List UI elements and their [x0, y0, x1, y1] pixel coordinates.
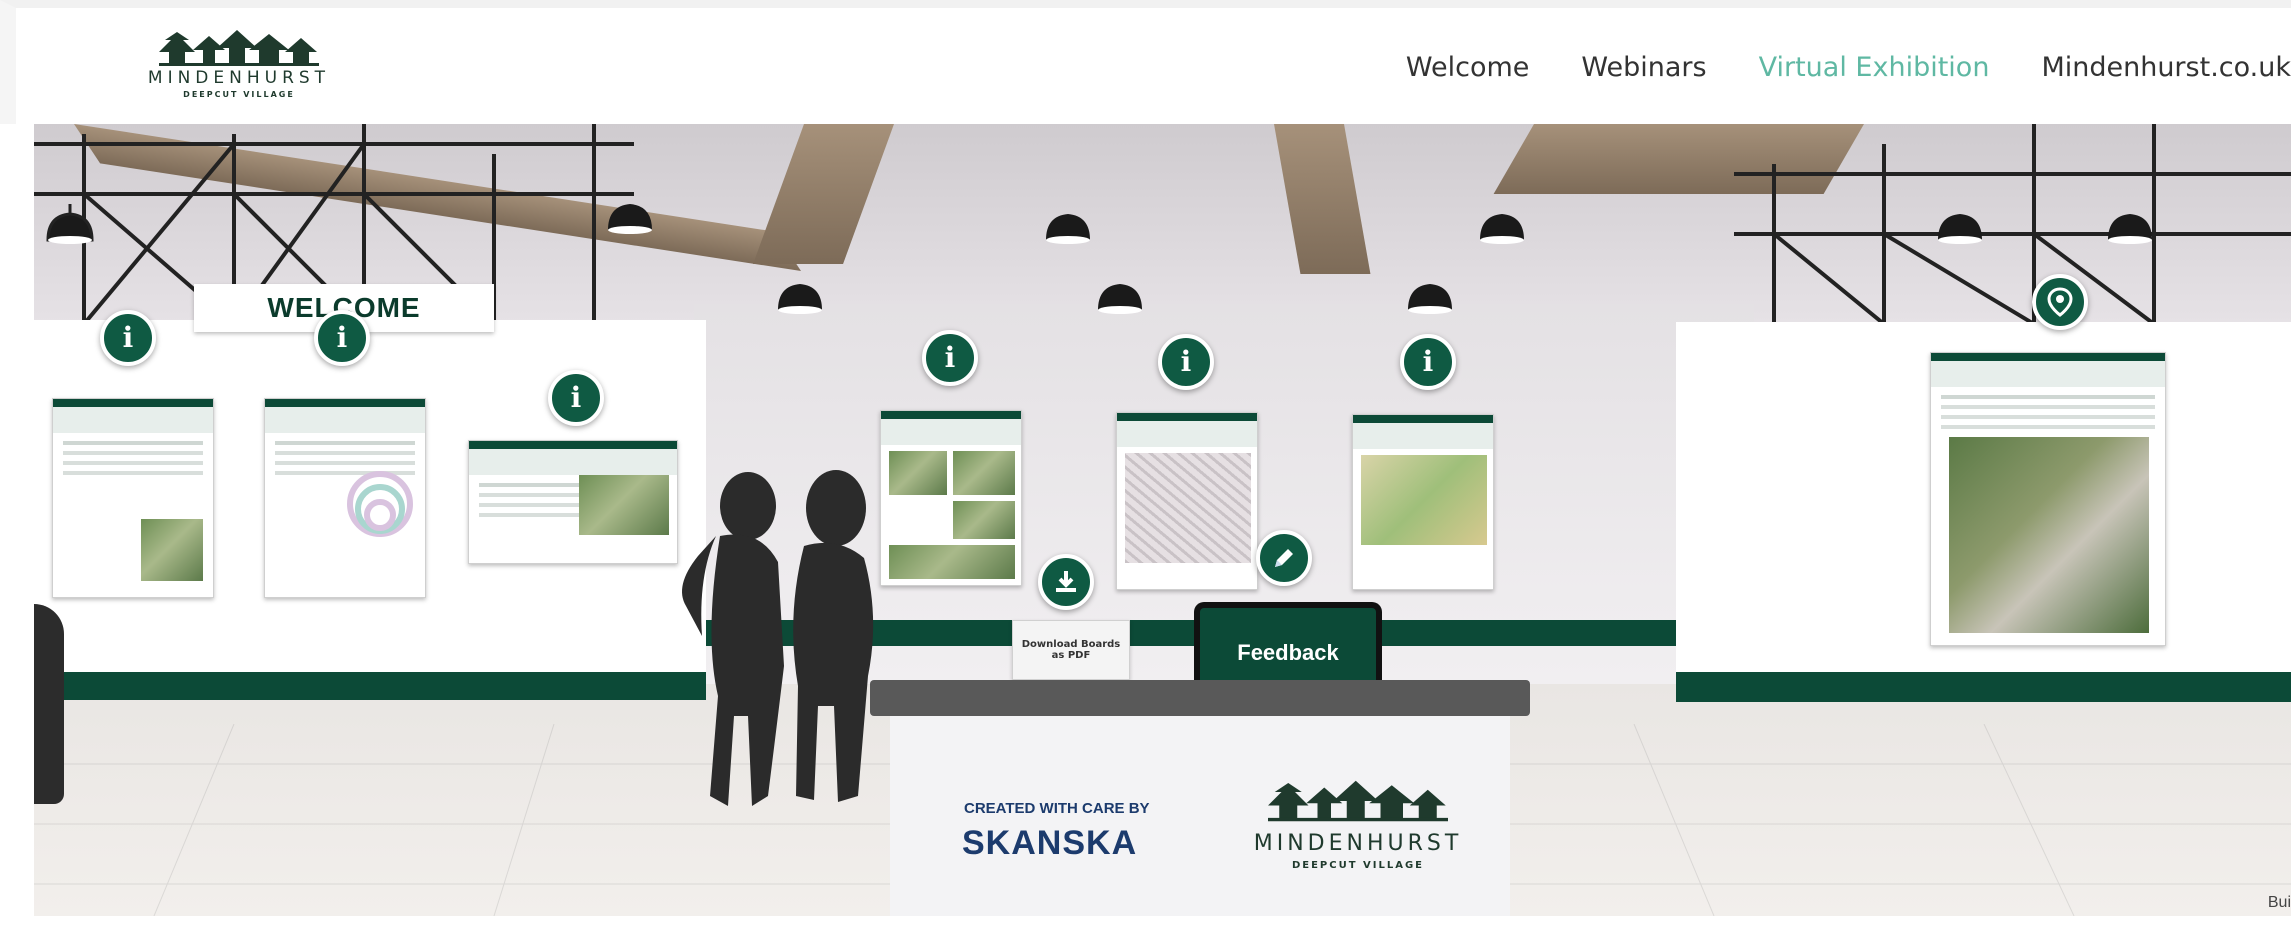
download-hotspot[interactable] — [1038, 554, 1094, 610]
info-icon: i — [1180, 345, 1192, 378]
location-hotspot[interactable] — [2032, 274, 2088, 330]
desk-front: CREATED WITH CARE BY SKANSKA MINDENHURST… — [890, 716, 1510, 916]
desk-mindenhurst-logo: MINDENHURST DEEPCUT VILLAGE — [1248, 776, 1468, 871]
map-pin-icon — [2047, 287, 2073, 317]
exhibition-board-planning[interactable] — [264, 398, 426, 598]
exhibition-board-site-plan[interactable] — [1352, 414, 1494, 590]
info-hotspot-planning[interactable]: i — [314, 310, 370, 366]
main-nav: Welcome Webinars Virtual Exhibition Mind… — [1354, 52, 2291, 92]
logo-tagline: DEEPCUT VILLAGE — [183, 90, 295, 99]
info-hotspot-outline-application[interactable]: i — [548, 370, 604, 426]
info-hotspot-site-plan[interactable]: i — [1400, 334, 1456, 390]
info-icon: i — [1422, 345, 1434, 378]
exhibition-board-outline-application[interactable] — [468, 440, 678, 564]
mindenhurst-logo[interactable]: MINDENHURST DEEPCUT VILLAGE — [144, 30, 334, 120]
right-wall-stripe — [1676, 672, 2291, 702]
info-icon: i — [336, 321, 348, 354]
nav-virtual-exhibition[interactable]: Virtual Exhibition — [1759, 52, 1990, 92]
visitor-silhouette-edge — [34, 604, 64, 804]
diagram-rings — [347, 471, 413, 537]
desk-top — [870, 680, 1530, 716]
desk-logo-tagline: DEEPCUT VILLAGE — [1291, 860, 1425, 871]
created-by-label: CREATED WITH CARE BY — [964, 800, 1150, 817]
info-icon: i — [944, 341, 956, 374]
scaffolding-right — [1734, 124, 2291, 324]
nav-mindenhurst-site[interactable]: Mindenhurst.co.uk — [2041, 52, 2291, 92]
top-navigation-bar: MINDENHURST DEEPCUT VILLAGE Welcome Webi… — [0, 0, 2291, 124]
download-icon — [1056, 571, 1076, 592]
feedback-hotspot[interactable] — [1256, 530, 1312, 586]
pendant-light — [1046, 214, 1090, 244]
info-icon: i — [122, 321, 134, 354]
trees-logo-icon — [159, 30, 319, 66]
info-hotspot-introduction[interactable]: i — [100, 310, 156, 366]
pendant-light — [1408, 284, 1452, 314]
virtual-exhibition-scene: WELCOME i i i i i i Download Boards as P… — [34, 124, 2291, 916]
pendant-light — [608, 204, 652, 234]
download-boards-pdf[interactable]: Download Boards as PDF — [1012, 620, 1130, 680]
nav-webinars[interactable]: Webinars — [1581, 52, 1706, 92]
exhibition-board-masterplan[interactable] — [1116, 412, 1258, 590]
nav-welcome[interactable]: Welcome — [1406, 52, 1530, 92]
built-by-credit-partial[interactable]: Bui — [2268, 894, 2291, 912]
pendant-light — [1938, 214, 1982, 244]
reception-desk: CREATED WITH CARE BY SKANSKA MINDENHURST… — [870, 680, 1530, 916]
exhibition-board-introduction[interactable] — [52, 398, 214, 598]
trees-logo-icon — [1268, 780, 1448, 822]
exhibition-board-the-site[interactable] — [1930, 352, 2166, 646]
skanska-logo: SKANSKA — [962, 824, 1138, 862]
pendant-light — [778, 284, 822, 314]
pendant-light — [2108, 214, 2152, 244]
desk-logo-wordmark: MINDENHURST — [1253, 831, 1463, 856]
info-icon: i — [570, 381, 582, 414]
left-wall-stripe — [34, 672, 706, 700]
pendant-light — [1480, 214, 1524, 244]
info-hotspot-landscape[interactable]: i — [922, 330, 978, 386]
pendant-light — [46, 204, 94, 244]
info-hotspot-masterplan[interactable]: i — [1158, 334, 1214, 390]
pencil-icon — [1275, 549, 1293, 567]
logo-wordmark: MINDENHURST — [147, 68, 331, 88]
pendant-light — [1098, 284, 1142, 314]
